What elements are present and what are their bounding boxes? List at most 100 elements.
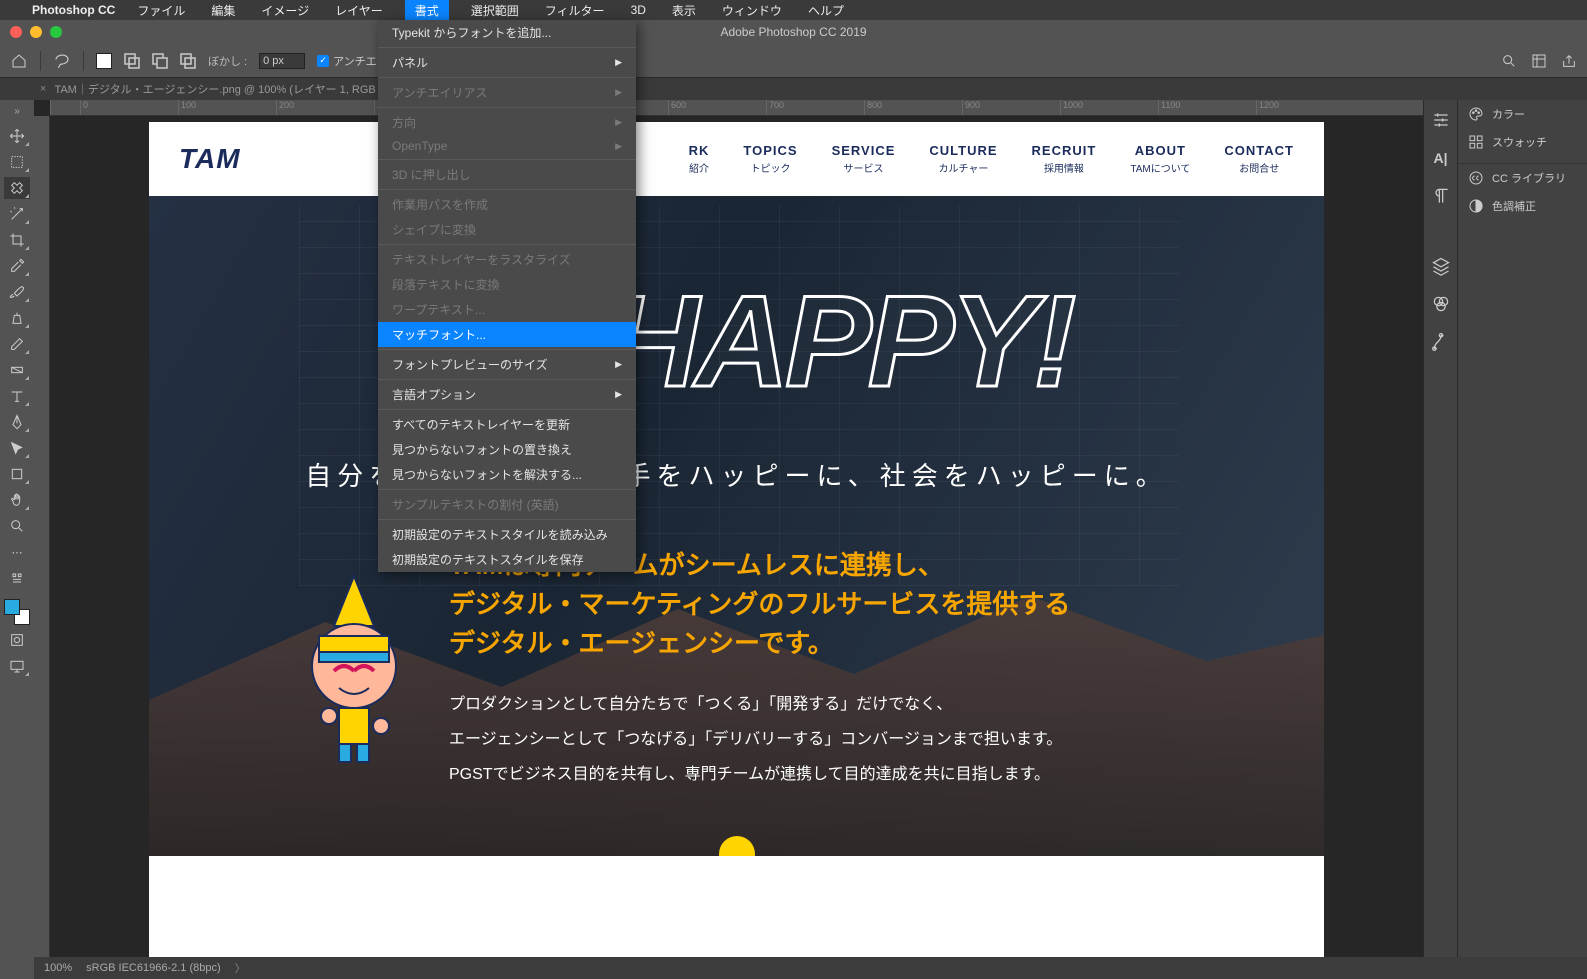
brush-tool[interactable] (4, 281, 30, 303)
properties-icon[interactable] (1431, 110, 1451, 130)
search-icon[interactable] (1501, 53, 1517, 69)
app-window: Adobe Photoshop CC 2019 ぼかし : ✓ アンチエイ × … (0, 20, 1587, 979)
menu-select[interactable]: 選択範囲 (467, 0, 523, 21)
move-tool[interactable] (4, 125, 30, 147)
menu-item[interactable]: 初期設定のテキストスタイルを保存 (378, 547, 636, 572)
clone-tool[interactable] (4, 307, 30, 329)
menu-item[interactable]: 初期設定のテキストスタイルを読み込み (378, 522, 636, 547)
menu-file[interactable]: ファイル (133, 0, 189, 21)
canvas-viewport[interactable]: TAM RK紹介TOPICSトピックSERVICEサービスCULTUREカルチャ… (50, 116, 1423, 957)
panel-cc-lib[interactable]: CC ライブラリ (1458, 164, 1587, 192)
menu-item: 段落テキストに変換 (378, 272, 636, 297)
menu-edit[interactable]: 編集 (207, 0, 239, 21)
menu-item[interactable]: フォントプレビューのサイズ▶ (378, 352, 636, 377)
channels-icon[interactable] (1431, 294, 1451, 314)
cc-icon (1468, 170, 1484, 186)
paragraph-icon[interactable] (1431, 186, 1451, 206)
panel-color[interactable]: カラー (1458, 100, 1587, 128)
character-icon[interactable]: A| (1431, 148, 1451, 168)
nav-item: ABOUTTAMについて (1130, 143, 1190, 175)
menu-item[interactable]: 見つからないフォントの置き換え (378, 437, 636, 462)
ruler-horizontal[interactable]: 0100200300400500600700800900100011001200 (50, 100, 1423, 116)
menu-item[interactable]: Typekit からフォントを追加... (378, 20, 636, 45)
quickmask-icon[interactable] (4, 629, 30, 651)
doc-tab-label: TAM｜デジタル・エージェンシー.png @ 100% (レイヤー 1, RGB (54, 81, 375, 97)
menu-item[interactable]: 言語オプション▶ (378, 382, 636, 407)
zoom-tool[interactable] (4, 515, 30, 537)
home-icon[interactable] (10, 53, 28, 69)
chevron-right-icon[interactable]: 〉 (235, 960, 246, 976)
shape-tool[interactable] (4, 463, 30, 485)
crop-tool[interactable] (4, 229, 30, 251)
menu-type[interactable]: 書式 (405, 0, 449, 21)
doc-tab-close[interactable]: × (40, 83, 46, 95)
close-button[interactable] (10, 26, 22, 38)
maximize-button[interactable] (50, 26, 62, 38)
menu-window[interactable]: ウィンドウ (718, 0, 786, 21)
screenmode-icon[interactable] (4, 655, 30, 677)
menu-item: アンチエイリアス▶ (378, 80, 636, 105)
type-tool[interactable] (4, 385, 30, 407)
options-bar: ぼかし : ✓ アンチエイ (0, 44, 1587, 78)
menu-layer[interactable]: レイヤー (331, 0, 387, 21)
lasso-tool[interactable] (4, 177, 30, 199)
paths-icon[interactable] (1431, 332, 1451, 352)
edit-toolbar-icon[interactable] (4, 567, 30, 589)
menu-item: 3D に押し出し (378, 162, 636, 187)
window-controls (10, 26, 62, 38)
gradient-tool[interactable] (4, 359, 30, 381)
copy-white-1: プロダクションとして自分たちで「つくる」「開発する」だけでなく、 (449, 687, 1244, 722)
menu-item[interactable]: マッチフォント... (378, 322, 636, 347)
menu-filter[interactable]: フィルター (541, 0, 609, 21)
hero-copy: TAMは専門チームがシームレスに連携し、 デジタル・マーケティングのフルサービス… (449, 546, 1244, 793)
mac-menubar: Photoshop CC ファイル 編集 イメージ レイヤー 書式 選択範囲 フ… (0, 0, 1587, 20)
eraser-tool[interactable] (4, 333, 30, 355)
eyedropper-tool[interactable] (4, 255, 30, 277)
path-select-tool[interactable] (4, 437, 30, 459)
status-bar: 100% sRGB IEC61966-2.1 (8bpc) 〉 (34, 957, 1587, 979)
mascot-icon (279, 566, 429, 766)
new-selection-icon[interactable] (96, 53, 112, 69)
marquee-tool[interactable] (4, 151, 30, 173)
ruler-vertical[interactable] (34, 116, 50, 957)
menu-image[interactable]: イメージ (257, 0, 313, 21)
fg-color[interactable] (4, 599, 20, 615)
panel-adjustments[interactable]: 色調補正 (1458, 192, 1587, 220)
workspace-icon[interactable] (1531, 53, 1547, 69)
layers-icon[interactable] (1431, 256, 1451, 276)
menu-3d[interactable]: 3D (627, 1, 650, 19)
menu-view[interactable]: 表示 (668, 0, 700, 21)
dots-icon[interactable]: ⋯ (4, 541, 30, 563)
color-swatches[interactable] (4, 599, 30, 625)
site-header: TAM RK紹介TOPICSトピックSERVICEサービスCULTUREカルチャ… (149, 122, 1324, 196)
menu-item[interactable]: パネル▶ (378, 50, 636, 75)
add-selection-icon[interactable] (124, 53, 140, 69)
copy-orange-3: デジタル・エージェンシーです。 (449, 624, 1244, 663)
menu-help[interactable]: ヘルプ (804, 0, 848, 21)
pen-tool[interactable] (4, 411, 30, 433)
grid-icon (1468, 134, 1484, 150)
type-menu-dropdown: Typekit からフォントを追加...パネル▶アンチエイリアス▶方向▶Open… (378, 20, 636, 572)
minimize-button[interactable] (30, 26, 42, 38)
lasso-tool-icon[interactable] (53, 52, 71, 70)
palette-icon (1468, 106, 1484, 122)
menu-item: 作業用パスを作成 (378, 192, 636, 217)
menu-item[interactable]: すべてのテキストレイヤーを更新 (378, 412, 636, 437)
collapse-icon[interactable]: » (14, 106, 20, 117)
intersect-selection-icon[interactable] (180, 53, 196, 69)
site-nav: RK紹介TOPICSトピックSERVICEサービスCULTUREカルチャーREC… (689, 143, 1294, 175)
subtract-selection-icon[interactable] (152, 53, 168, 69)
copy-white-2: エージェンシーとして「つなげる」「デリバリーする」コンバージョンまで担います。 (449, 722, 1244, 757)
panel-swatches[interactable]: スウォッチ (1458, 128, 1587, 156)
blur-input[interactable] (259, 53, 305, 69)
menu-item: OpenType▶ (378, 135, 636, 157)
right-panel: カラー スウォッチ CC ライブラリ 色調補正 (1457, 100, 1587, 957)
zoom-level[interactable]: 100% (44, 962, 72, 974)
share-icon[interactable] (1561, 53, 1577, 69)
menu-item[interactable]: 見つからないフォントを解決する... (378, 462, 636, 487)
document-tab[interactable]: × TAM｜デジタル・エージェンシー.png @ 100% (レイヤー 1, R… (40, 81, 398, 97)
hand-tool[interactable] (4, 489, 30, 511)
document-canvas: TAM RK紹介TOPICSトピックSERVICEサービスCULTUREカルチャ… (149, 122, 1324, 957)
copy-white-3: PGSTでビジネス目的を共有し、専門チームが連携して目的達成を共に目指します。 (449, 757, 1244, 792)
magic-wand-tool[interactable] (4, 203, 30, 225)
